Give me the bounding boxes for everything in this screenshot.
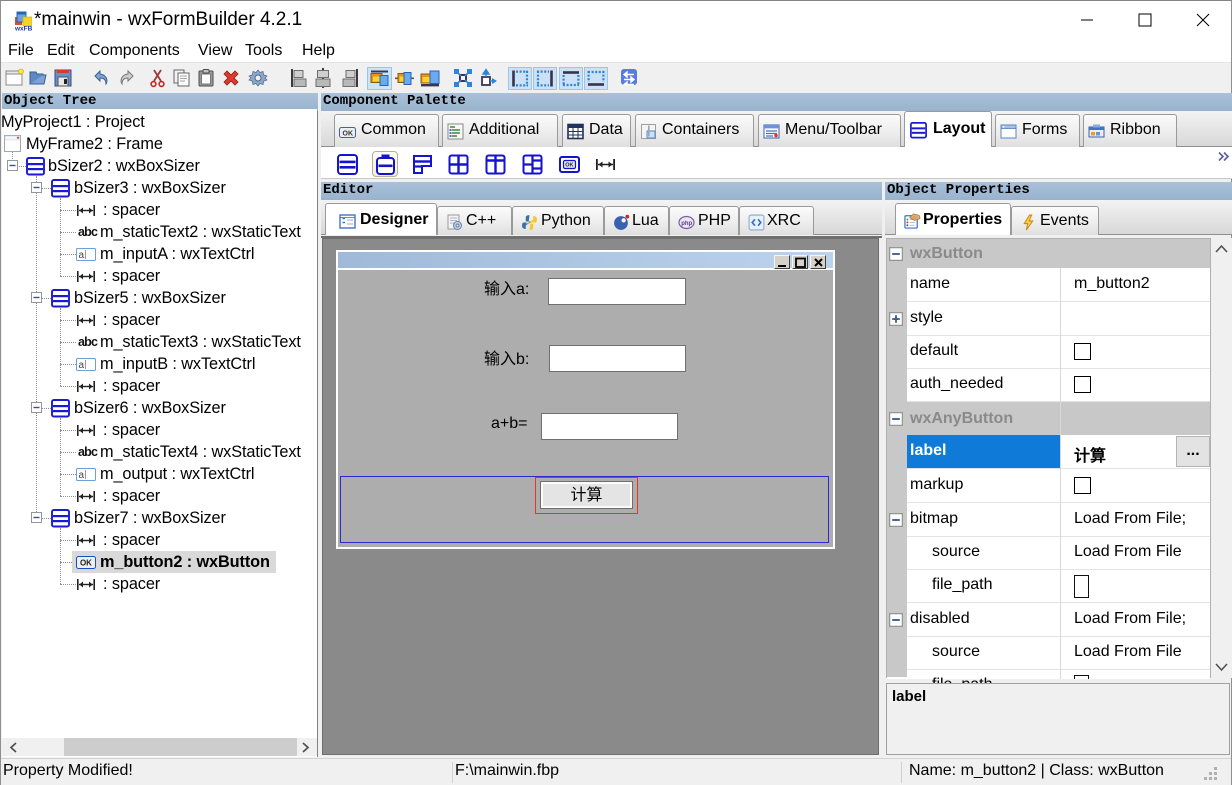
svg-text:OK: OK bbox=[343, 131, 354, 138]
svg-text:OK: OK bbox=[565, 163, 573, 169]
svg-text:php: php bbox=[681, 221, 692, 227]
svg-text:wxFB: wxFB bbox=[15, 26, 32, 32]
